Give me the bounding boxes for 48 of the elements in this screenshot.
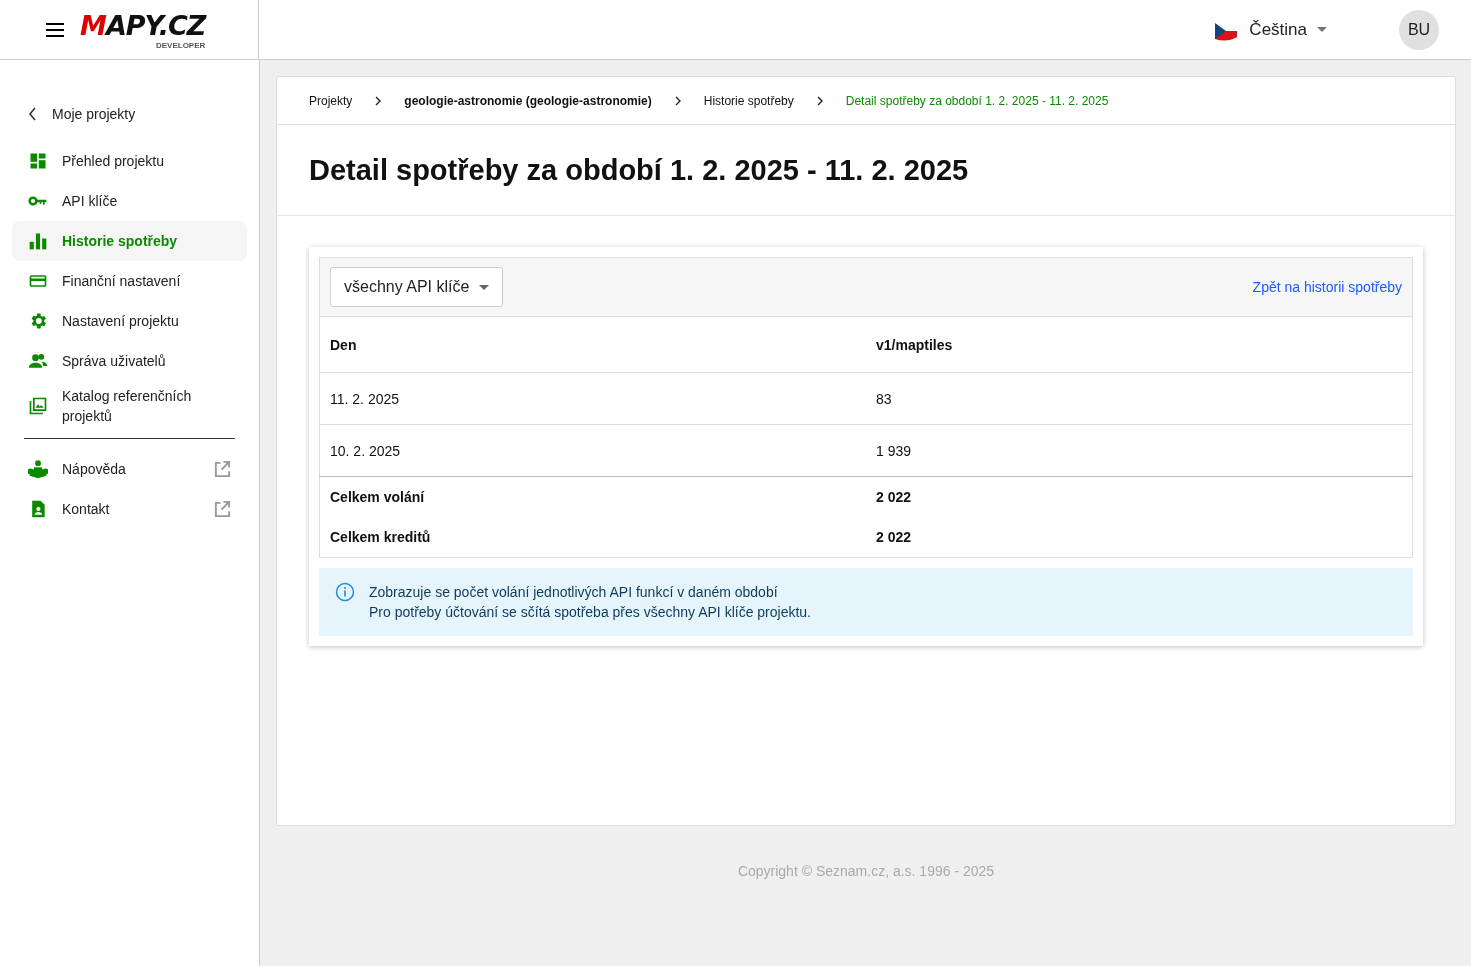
sidebar-item[interactable]: API klíče — [12, 181, 247, 221]
table-cell: 10. 2. 2025 — [319, 424, 866, 477]
chevron-right-icon — [815, 95, 824, 106]
reader-icon — [28, 459, 48, 479]
breadcrumb-current[interactable]: Detail spotřeby za období 1. 2. 2025 - 11. 2. 2025 — [845, 93, 1109, 108]
logo[interactable]: MAPY.CZ DEVELOPER — [80, 9, 206, 50]
sidebar-item[interactable]: Katalog referenčních projektů — [12, 381, 247, 431]
breadcrumb-link[interactable]: geologie-astronomie (geologie-astronomie) — [404, 93, 652, 108]
table-cell: 83 — [866, 372, 1413, 425]
chevron-left-icon — [28, 107, 38, 121]
user-avatar[interactable]: BU — [1399, 9, 1439, 50]
table-cell: 1 939 — [866, 424, 1413, 477]
sidebar-link[interactable]: Nápověda — [12, 449, 247, 489]
breadcrumb-link[interactable]: Historie spotřeby — [703, 93, 794, 108]
total-label: Celkem kreditů — [319, 517, 866, 558]
users-icon — [28, 351, 48, 371]
menu-icon — [46, 22, 64, 37]
column-header: v1/maptiles — [866, 317, 1413, 373]
sidebar-link[interactable]: Kontakt — [12, 489, 247, 529]
back-link[interactable]: Moje projekty — [12, 96, 247, 132]
table-cell: 11. 2. 2025 — [319, 372, 866, 425]
back-to-history-link[interactable]: Zpět na historii spotřeby — [1252, 279, 1402, 295]
sidebar-item[interactable]: Správa uživatelů — [12, 341, 247, 381]
sidebar-item[interactable]: Finanční nastavení — [12, 261, 247, 301]
total-label: Celkem volání — [319, 476, 866, 517]
column-header: Den — [319, 317, 866, 373]
info-text: Zobrazuje se počet volání jednotlivých API funkcí v daném období — [369, 583, 779, 602]
chevron-right-icon — [673, 95, 682, 106]
dashboard-icon — [28, 151, 48, 171]
bar-chart-icon — [28, 231, 48, 251]
sidebar-item[interactable]: Přehled projektu — [12, 141, 247, 181]
info-icon — [335, 582, 355, 602]
total-value: 2 022 — [866, 517, 1413, 558]
caret-icon — [479, 284, 490, 290]
caret-icon — [1317, 27, 1327, 32]
copyright-text: Copyright © Seznam.cz, a.s. 1996 - 2025 — [737, 863, 995, 879]
total-value: 2 022 — [866, 476, 1413, 517]
breadcrumb-link[interactable]: Projekty — [309, 93, 353, 108]
gallery-icon — [28, 396, 48, 416]
sidebar-item[interactable]: Nastavení projektu — [12, 301, 247, 341]
sidebar-item[interactable]: Historie spotřeby — [12, 221, 247, 261]
api-key-dropdown[interactable]: všechny API klíče — [330, 267, 504, 307]
language-selector[interactable]: Čeština — [1213, 18, 1327, 41]
chevron-right-icon — [374, 95, 383, 106]
external-link-icon — [213, 460, 231, 478]
external-link-icon — [213, 500, 231, 518]
info-text: Pro potřeby účtování se sčítá spotřeba přes všechny API klíče projektu. — [369, 603, 811, 622]
page-title: Detail spotřeby za období 1. 2. 2025 - 11. 2. 2025 — [277, 125, 1455, 216]
